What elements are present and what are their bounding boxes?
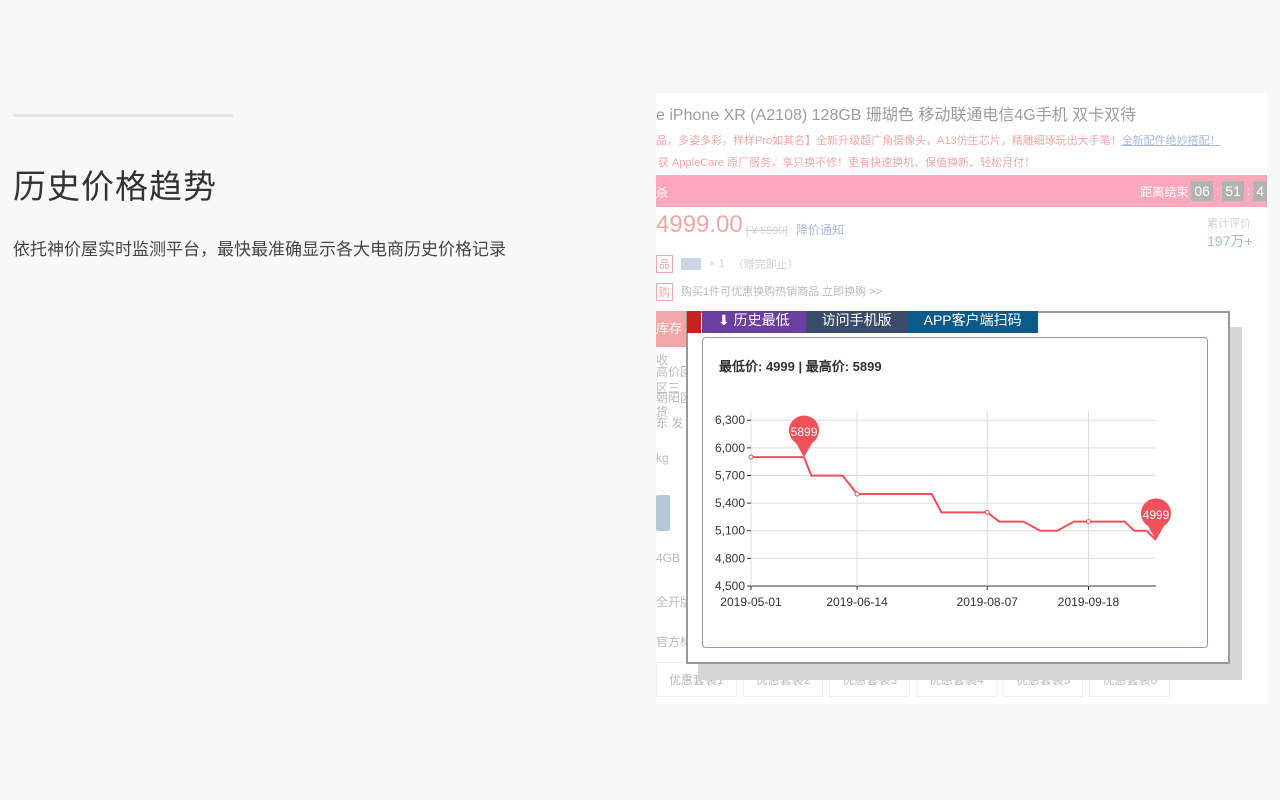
price-line	[751, 456, 1157, 541]
pin-label: 5899	[791, 425, 818, 439]
swap-tag: 购	[656, 283, 673, 301]
bundle-item[interactable]: 优惠套装1	[656, 662, 737, 697]
bundle-list: 优惠套装1 优惠套装2 优惠套装3 优惠套装4 优惠套装5 优惠套装6	[656, 662, 1171, 697]
chart-container: 最低价: 4999 | 最高价: 5899 4,500 4,800 5,100 5,4…	[702, 337, 1208, 648]
x-tick-label: 2019-05-01	[720, 595, 782, 609]
countdown-hours: 06	[1191, 181, 1213, 201]
price-pin-marker: 4999	[1141, 498, 1171, 541]
gift-qty: × 1	[709, 258, 725, 270]
stock-label: 库存	[656, 311, 686, 347]
flash-sale-label: 杀	[656, 186, 669, 200]
countdown-label: 距离结束	[1140, 184, 1189, 199]
side-row: 东 发	[656, 416, 684, 430]
sales-summary: 累计评价 197万+	[1207, 215, 1267, 251]
gift-row: 品 × 1 （赠完即止）	[656, 255, 799, 273]
bundle-item[interactable]: 优惠套装4	[916, 662, 997, 697]
popup-tabs: ⬇ 历史最低 访问手机版 APP客户端扫码	[702, 311, 1038, 333]
color-thumbnail[interactable]	[656, 495, 670, 531]
countdown-minutes: 51	[1222, 181, 1244, 201]
y-tick-label: 5,400	[715, 496, 745, 510]
countdown: 距离结束 06 : 51 : 4	[1140, 181, 1267, 201]
y-tick-label: 5,700	[715, 468, 745, 482]
y-tick-label: 4,800	[715, 551, 745, 565]
promo-line-2: 获 AppleCare 原厂服务，享只换不修！更有快速换机、保值换新、轻松月付！	[658, 157, 1036, 169]
product-price: 4999.00	[656, 211, 743, 238]
x-tick-label: 2019-09-18	[1058, 595, 1120, 609]
section-divider	[13, 114, 233, 117]
side-row: kg	[656, 451, 669, 465]
y-tick-label: 4,500	[715, 579, 745, 593]
tab-mobile-version[interactable]: 访问手机版	[805, 311, 908, 333]
countdown-sep: :	[1246, 184, 1251, 198]
page-subtitle: 依托神价屋实时监测平台，最快最准确显示各大电商历史价格记录	[13, 240, 506, 259]
flash-sale-bar: 杀 距离结束 06 : 51 : 4	[656, 175, 1267, 207]
price-points	[748, 454, 1091, 525]
gift-image[interactable]	[681, 258, 701, 270]
swap-row: 购 购买1件可优惠换购热销商品 立即换购 >>	[656, 283, 882, 301]
promo-link[interactable]: 全新配件绝妙搭配！	[1122, 135, 1221, 147]
x-tick-label: 2019-08-07	[957, 595, 1019, 609]
y-axis: 4,500 4,800 5,100 5,400 5,700 6,000 6,300	[715, 413, 751, 593]
storage-option[interactable]: 4GB	[656, 551, 680, 565]
countdown-seconds: 4	[1253, 181, 1267, 201]
x-axis: 2019-05-01 2019-06-14 2019-08-07 2019-09-18	[720, 586, 1120, 609]
price-chart: 4,500 4,800 5,100 5,400 5,700 6,000 6,300 2019…	[715, 411, 1171, 609]
swap-text[interactable]: 购买1件可优惠换购热销商品 立即换购 >>	[681, 283, 882, 301]
sales-label: 累计评价	[1207, 218, 1251, 230]
data-point	[1086, 519, 1091, 525]
y-tick-label: 6,000	[715, 441, 745, 455]
gift-note: （赠完即止）	[732, 259, 799, 271]
tab-lowest-price[interactable]: ⬇ 历史最低	[702, 311, 806, 333]
bundle-item[interactable]: 优惠套装5	[1002, 662, 1084, 697]
original-price: [￥5599]	[746, 222, 788, 238]
data-point	[748, 454, 754, 460]
x-tick-label: 2019-06-14	[826, 595, 888, 609]
bundle-item[interactable]: 优惠套装6	[1089, 662, 1171, 697]
gift-tag: 品	[656, 255, 673, 273]
data-point	[984, 509, 990, 515]
countdown-sep: :	[1215, 184, 1220, 198]
data-point	[854, 491, 860, 497]
price-history-popup: ⬇ 历史最低 访问手机版 APP客户端扫码 最低价: 4999 | 最高价: 5…	[686, 311, 1230, 664]
bundle-item[interactable]: 优惠套装3	[829, 662, 911, 697]
promo-line-1: 品，多姿多彩，样样Pro如其名】全新升级超广角摄像头，A13仿生芯片，精雕细琢玩…	[656, 132, 1221, 148]
tab-app-qrcode[interactable]: APP客户端扫码	[907, 311, 1038, 333]
page-title: 历史价格趋势	[13, 168, 217, 205]
product-title: e iPhone XR (A2108) 128GB 珊瑚色 移动联通电信4G手机…	[656, 107, 1137, 124]
popup-accent	[687, 311, 701, 333]
pin-label: 4999	[1143, 508, 1170, 522]
price-notify-link[interactable]: 降价通知	[796, 221, 844, 238]
y-tick-label: 5,100	[715, 524, 745, 538]
sales-count[interactable]: 197万+	[1207, 231, 1267, 251]
original-price-value: [￥5599]	[746, 225, 788, 237]
bundle-item[interactable]: 优惠套装2	[742, 662, 824, 697]
promo-text: 品，多姿多彩，样样Pro如其名】全新升级超广角摄像头，A13仿生芯片，精雕细琢玩…	[656, 135, 1122, 147]
y-tick-label: 6,300	[715, 413, 745, 427]
price-pin-marker: 5899	[789, 415, 820, 458]
